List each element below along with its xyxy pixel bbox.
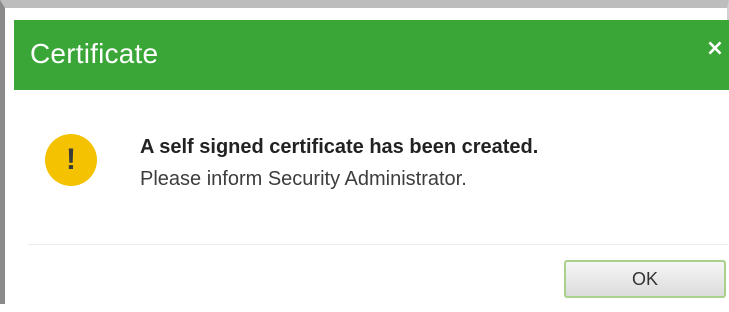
certificate-dialog: Certificate × ! A self signed certificat… <box>0 0 729 312</box>
dialog-content: ! A self signed certificate has been cre… <box>14 90 729 312</box>
dialog-titlebar: Certificate × <box>14 20 729 90</box>
close-icon[interactable]: × <box>704 38 726 60</box>
ok-button[interactable]: OK <box>564 260 726 298</box>
warning-icon: ! <box>45 134 97 186</box>
dialog-title: Certificate <box>30 38 159 69</box>
footer-divider <box>28 244 728 245</box>
message-title: A self signed certificate has been creat… <box>140 136 539 158</box>
message-subtitle: Please inform Security Administrator. <box>140 168 467 190</box>
